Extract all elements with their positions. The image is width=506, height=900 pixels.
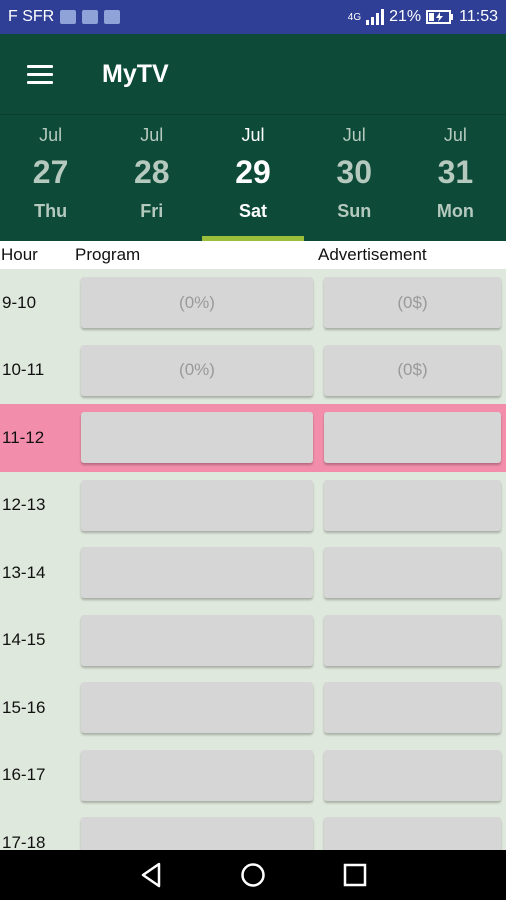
tab-weekday: Sat: [239, 201, 268, 221]
program-cell[interactable]: (0%): [81, 277, 313, 328]
tab-month: Jul: [39, 125, 63, 145]
status-right: 4G 21% 11:53: [348, 8, 498, 26]
battery-percent: 21%: [389, 8, 422, 25]
tab-day-2[interactable]: Jul 29 Sat: [202, 115, 304, 241]
hour-label: 10-11: [2, 360, 45, 380]
tab-day-1[interactable]: Jul 28 Fri: [101, 115, 202, 241]
advertisement-cell[interactable]: [324, 749, 501, 801]
advertisement-cell[interactable]: [324, 479, 501, 531]
program-cell[interactable]: [81, 547, 313, 598]
program-cell[interactable]: [81, 817, 313, 850]
home-icon[interactable]: [233, 855, 273, 895]
app-notification-icon: [82, 10, 99, 24]
tab-date: 27: [32, 154, 69, 190]
hour-label: 11-12: [2, 427, 45, 447]
tab-date: 31: [437, 154, 474, 190]
tab-day-3[interactable]: Jul 30 Sun: [304, 115, 405, 241]
tab-date: 28: [134, 154, 170, 190]
program-cell[interactable]: [81, 412, 313, 463]
hour-column-header: Hour: [1, 245, 38, 264]
back-icon[interactable]: [131, 855, 171, 895]
tab-weekday: Thu: [34, 201, 68, 221]
advertisement-cell[interactable]: (0$): [324, 277, 501, 328]
advertisement-cell[interactable]: [324, 412, 501, 463]
tab-day-0[interactable]: Jul 27 Thu: [0, 115, 101, 241]
table-row: 10-11 (0%) (0$): [0, 337, 506, 405]
system-nav-bar: [0, 850, 506, 900]
table-row: 13-14: [0, 539, 506, 607]
table-row-current-hour: 11-12: [0, 404, 506, 472]
advertisement-column-header: Advertisement: [318, 245, 427, 264]
tab-month: Jul: [443, 125, 467, 145]
table-row: 17-18: [0, 809, 506, 850]
tab-month: Jul: [140, 125, 164, 145]
hour-label: 14-15: [2, 630, 46, 650]
date-tabs: Jul 27 Thu Jul 28 Fri Jul 29 Sat Jul 30 …: [0, 114, 506, 241]
hour-label: 15-16: [2, 697, 46, 717]
table-row: 16-17: [0, 742, 506, 810]
hour-label: 16-17: [2, 765, 46, 785]
hour-label: 12-13: [2, 495, 46, 515]
advertisement-cell[interactable]: [324, 547, 501, 598]
clock: 11:53: [459, 8, 498, 25]
program-column-header: Program: [75, 245, 141, 264]
tab-day-4[interactable]: Jul 31 Mon: [405, 115, 506, 241]
status-left: F SFR: [8, 8, 121, 26]
battery-charging-icon: [426, 10, 454, 24]
program-cell[interactable]: (0%): [81, 344, 313, 396]
program-cell[interactable]: [81, 749, 313, 801]
table-row: 12-13: [0, 472, 506, 540]
tab-weekday: Mon: [436, 201, 474, 221]
program-cell[interactable]: [81, 682, 313, 733]
recents-icon[interactable]: [335, 855, 375, 895]
status-bar: F SFR 4G 21% 11:53: [0, 0, 506, 34]
table-row: 14-15: [0, 607, 506, 675]
advertisement-cell[interactable]: [324, 682, 501, 733]
schedule-list[interactable]: 9-10 (0%) (0$) 10-11 (0%) (0$) 11-12 12-…: [0, 269, 506, 850]
tab-date: 29: [235, 154, 271, 190]
carrier-label: F SFR: [8, 8, 55, 25]
tab-month: Jul: [342, 125, 366, 145]
tab-weekday: Fri: [140, 201, 164, 221]
table-header: Hour Program Advertisement: [0, 241, 506, 269]
program-cell[interactable]: [81, 614, 313, 666]
hour-label: 13-14: [2, 562, 46, 582]
mail-notification-icon: [60, 10, 77, 24]
table-row: 15-16: [0, 674, 506, 742]
hour-label: 9-10: [2, 292, 37, 312]
signal-icon: [366, 9, 385, 25]
advertisement-cell[interactable]: (0$): [324, 344, 501, 396]
tab-month: Jul: [241, 125, 265, 145]
network-type-label: 4G: [347, 11, 362, 23]
tab-date: 30: [336, 154, 372, 190]
app-bar: MyTV: [0, 34, 506, 114]
advertisement-cell[interactable]: [324, 614, 501, 666]
tab-weekday: Sun: [337, 201, 372, 221]
program-cell[interactable]: [81, 479, 313, 531]
table-row: 9-10 (0%) (0$): [0, 269, 506, 337]
image-notification-icon: [104, 10, 121, 24]
hour-label: 17-18: [2, 832, 46, 850]
app-title: MyTV: [102, 59, 169, 88]
advertisement-cell[interactable]: [324, 817, 501, 850]
menu-icon[interactable]: [0, 34, 80, 114]
